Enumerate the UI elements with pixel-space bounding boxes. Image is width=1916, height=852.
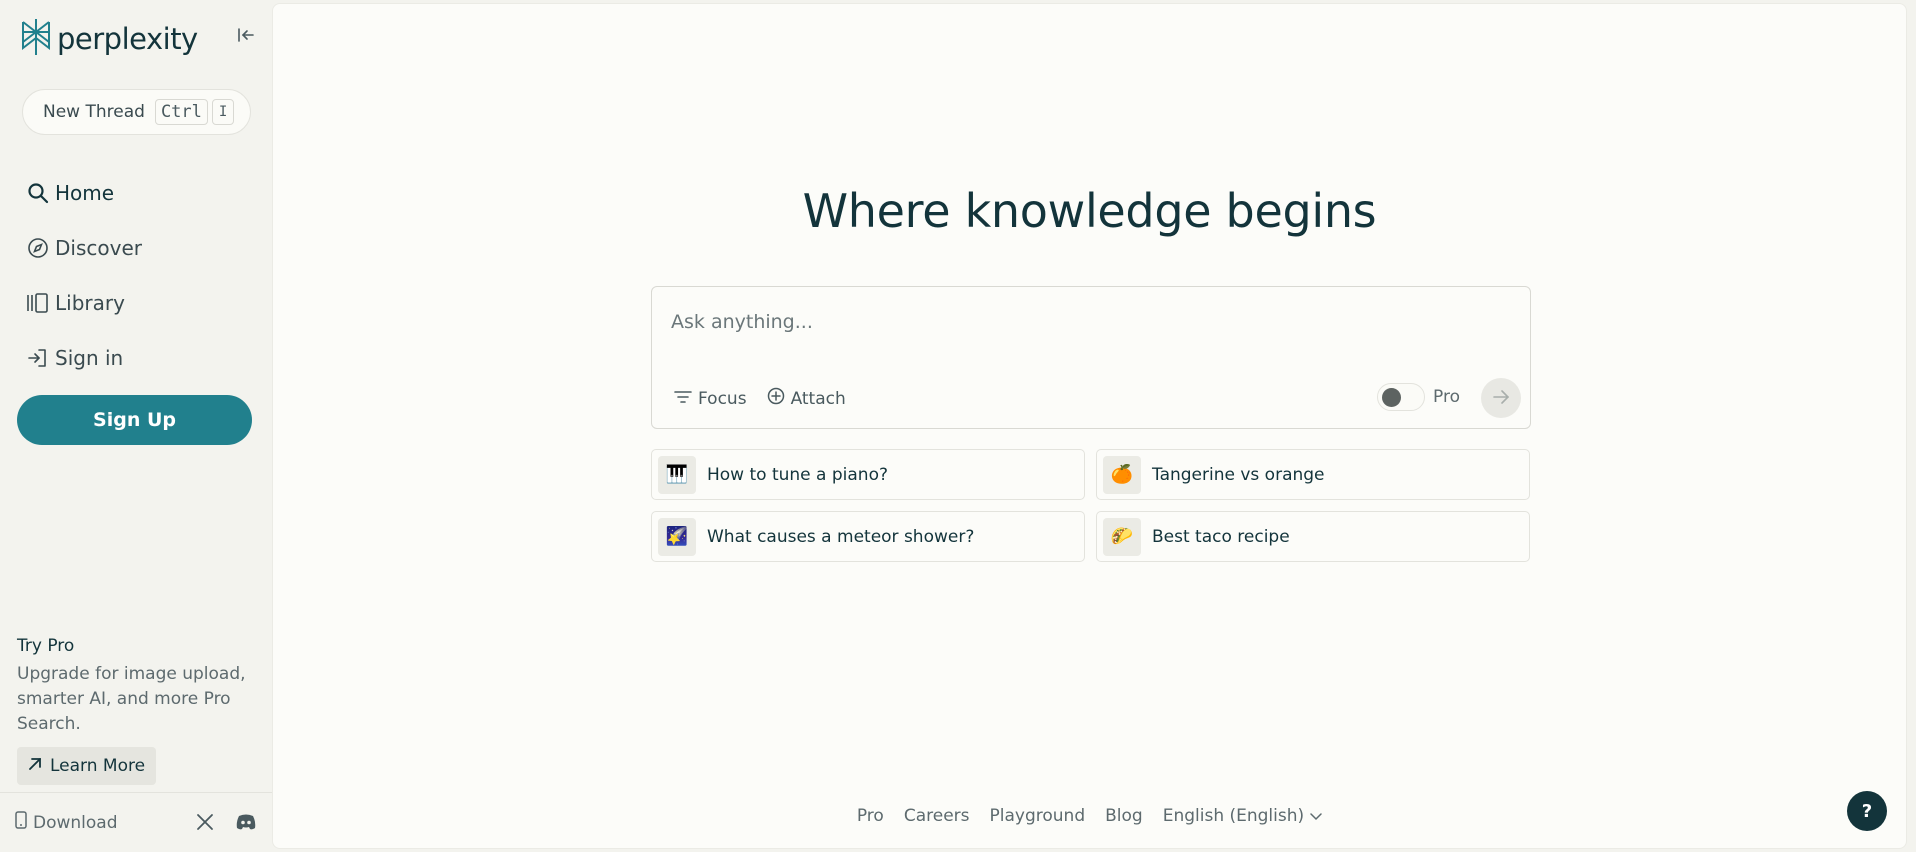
sidebar: perplexity New Thread Ctrl I Home Discov…	[0, 0, 272, 852]
suggestion-text: What causes a meteor shower?	[707, 526, 975, 547]
attach-label: Attach	[790, 388, 846, 409]
learn-more-button[interactable]: Learn More	[17, 747, 157, 785]
shortcut-key-ctrl: Ctrl	[154, 99, 208, 125]
learn-more-label: Learn More	[50, 756, 146, 776]
sidebar-item-label: Sign in	[55, 345, 124, 370]
suggestion-item[interactable]: 🍊 Tangerine vs orange	[1096, 449, 1530, 500]
pro-label: Pro	[1433, 387, 1460, 407]
submit-button[interactable]	[1481, 378, 1521, 418]
shortcut-key-i: I	[211, 99, 235, 125]
sidebar-item-discover[interactable]: Discover	[25, 220, 142, 275]
sidebar-item-sign-in[interactable]: Sign in	[25, 330, 142, 385]
library-icon	[25, 290, 51, 316]
sign-in-icon	[25, 345, 51, 371]
footer-link-careers[interactable]: Careers	[904, 806, 970, 826]
suggestion-text: How to tune a piano?	[707, 464, 888, 485]
toggle-knob	[1382, 388, 1401, 407]
brand-name: perplexity	[57, 22, 198, 56]
phone-icon	[15, 811, 27, 834]
sidebar-item-home[interactable]: Home	[25, 165, 142, 220]
sign-up-button[interactable]: Sign Up	[17, 395, 252, 445]
ask-box: Focus Attach Pro	[651, 286, 1531, 429]
filter-icon	[674, 389, 692, 409]
tangerine-icon: 🍊	[1103, 455, 1141, 494]
sidebar-item-label: Home	[55, 180, 115, 205]
compass-icon	[25, 235, 51, 261]
sidebar-item-label: Library	[55, 290, 125, 315]
main-panel: Where knowledge begins Focus	[272, 3, 1907, 849]
attach-button[interactable]: Attach	[767, 387, 846, 410]
footer-link-pro[interactable]: Pro	[857, 806, 884, 826]
language-select[interactable]: English (English)	[1163, 806, 1322, 826]
collapse-sidebar-button[interactable]	[234, 25, 258, 49]
ask-toolbar: Focus Attach	[674, 387, 846, 410]
sidebar-nav: Home Discover Library Sign in	[25, 165, 142, 385]
download-link[interactable]: Download	[15, 811, 118, 834]
toggle-switch[interactable]	[1377, 383, 1425, 411]
language-label: English (English)	[1162, 806, 1305, 826]
new-thread-label: New Thread	[43, 102, 145, 122]
search-icon	[25, 180, 51, 206]
new-thread-button[interactable]: New Thread Ctrl I	[22, 89, 251, 135]
logo[interactable]: perplexity	[21, 18, 198, 60]
try-pro-title: Try Pro	[17, 636, 75, 656]
sidebar-footer: Download	[0, 792, 272, 852]
page-title: Where knowledge begins	[802, 184, 1377, 238]
search-input[interactable]	[671, 307, 1491, 337]
perplexity-logo-icon	[21, 18, 51, 60]
app-root: perplexity New Thread Ctrl I Home Discov…	[0, 0, 1916, 852]
download-label: Download	[33, 812, 118, 833]
chevron-down-icon	[1310, 806, 1322, 826]
taco-icon: 🌮	[1103, 517, 1141, 556]
suggestion-item[interactable]: 🎹 How to tune a piano?	[651, 449, 1085, 500]
sidebar-item-library[interactable]: Library	[25, 275, 142, 330]
x-twitter-link[interactable]	[196, 813, 214, 835]
pro-toggle[interactable]: Pro	[1377, 383, 1460, 411]
suggestion-text: Tangerine vs orange	[1152, 464, 1325, 485]
collapse-icon	[237, 27, 255, 47]
help-button[interactable]: ?	[1847, 791, 1887, 831]
x-twitter-icon	[196, 813, 214, 835]
suggestion-item[interactable]: 🌮 Best taco recipe	[1096, 511, 1530, 562]
sidebar-item-label: Discover	[55, 235, 142, 260]
plus-circle-icon	[767, 387, 785, 410]
meteor-icon: 🌠	[658, 517, 696, 556]
footer-link-blog[interactable]: Blog	[1105, 806, 1143, 826]
piano-icon: 🎹	[658, 455, 696, 494]
focus-label: Focus	[698, 388, 747, 409]
discord-link[interactable]	[235, 813, 257, 835]
suggestion-text: Best taco recipe	[1152, 526, 1290, 547]
arrow-up-right-icon	[28, 756, 42, 776]
suggestion-item[interactable]: 🌠 What causes a meteor shower?	[651, 511, 1085, 562]
discord-icon	[235, 813, 257, 835]
arrow-right-icon	[1493, 389, 1510, 408]
try-pro-description: Upgrade for image upload, smarter AI, an…	[17, 664, 246, 734]
try-pro-panel: Try Pro Upgrade for image upload, smarte…	[17, 636, 257, 785]
footer-links: Pro Careers Playground Blog English (Eng…	[273, 806, 1906, 826]
footer-link-playground[interactable]: Playground	[990, 806, 1086, 826]
focus-button[interactable]: Focus	[674, 387, 747, 410]
